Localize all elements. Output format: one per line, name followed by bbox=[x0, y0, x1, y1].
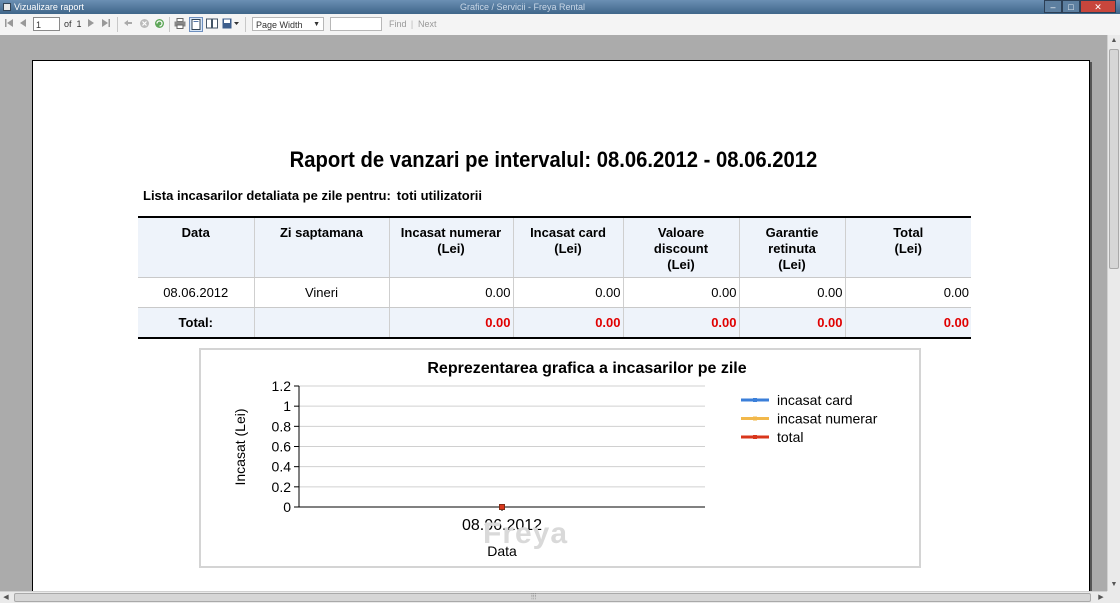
horizontal-scrollbar[interactable]: ◀ ⦙⦙⦙ ▶ bbox=[0, 591, 1107, 603]
y-tick-label: 0.2 bbox=[272, 479, 292, 495]
find-input[interactable] bbox=[330, 17, 382, 31]
find-next-button[interactable]: Next bbox=[418, 18, 437, 31]
zoom-select[interactable]: Page Width ▼ bbox=[252, 17, 324, 31]
window-title-bar[interactable]: Vizualizare raport Grafice / Servicii - … bbox=[0, 0, 1120, 14]
cell-zi-saptamana: Vineri bbox=[254, 277, 390, 308]
total-incasat-card: 0.00 bbox=[513, 307, 624, 338]
cell-garantie-retinuta: 0.00 bbox=[739, 277, 846, 308]
maximize-button[interactable]: □ bbox=[1062, 0, 1080, 13]
report-subtitle: Lista incasarilor detaliata pe zile pent… bbox=[143, 188, 482, 203]
horizontal-scroll-thumb[interactable] bbox=[14, 593, 1091, 602]
minimize-button[interactable]: – bbox=[1044, 0, 1062, 13]
toolbar-separator bbox=[245, 17, 246, 32]
page-of-label: of 1 bbox=[64, 19, 82, 29]
sales-table: Data Zi saptamana Incasat numerar (Lei) I… bbox=[138, 216, 971, 339]
subtitle-value: toti utilizatorii bbox=[396, 188, 483, 203]
y-axis-label: Incasat (Lei) bbox=[232, 408, 248, 485]
app-icon bbox=[3, 3, 11, 11]
scroll-grip-icon: ⦙⦙⦙ bbox=[531, 592, 537, 601]
next-page-icon[interactable] bbox=[86, 18, 96, 31]
total-total: 0.00 bbox=[845, 307, 971, 338]
vertical-scrollbar[interactable]: ▲ ▼ bbox=[1107, 35, 1120, 591]
find-button[interactable]: Find bbox=[389, 18, 407, 31]
legend-label: incasat card bbox=[777, 392, 852, 408]
prev-page-icon[interactable] bbox=[18, 18, 28, 31]
total-valoare-discount: 0.00 bbox=[623, 307, 740, 338]
totals-empty-cell bbox=[254, 307, 390, 338]
y-tick-label: 1 bbox=[283, 398, 291, 414]
total-pages: 1 bbox=[76, 19, 82, 29]
legend-marker bbox=[753, 398, 757, 402]
y-tick-label: 0.4 bbox=[272, 459, 292, 475]
report-page: Raport de vanzari pe intervalul: 08.06.2… bbox=[32, 60, 1090, 602]
scrollbar-corner bbox=[1107, 591, 1120, 603]
page-setup-icon[interactable] bbox=[206, 18, 218, 31]
scroll-up-icon[interactable]: ▲ bbox=[1108, 35, 1120, 47]
window-title: Vizualizare raport bbox=[14, 2, 84, 12]
scroll-left-icon[interactable]: ◀ bbox=[0, 592, 12, 603]
legend-marker bbox=[753, 416, 757, 421]
y-tick-label: 1.2 bbox=[272, 378, 292, 394]
chart-title: Reprezentarea grafica a incasarilor pe z… bbox=[427, 360, 746, 377]
print-icon[interactable] bbox=[174, 18, 186, 31]
col-header-incasat-card: Incasat card (Lei) bbox=[513, 217, 624, 278]
data-point bbox=[499, 504, 505, 510]
col-header-valoare-discount: Valoare discount (Lei) bbox=[623, 217, 740, 278]
back-icon[interactable] bbox=[123, 18, 133, 31]
legend-marker bbox=[753, 435, 757, 439]
cell-data: 08.06.2012 bbox=[138, 277, 255, 308]
totals-label: Total: bbox=[138, 307, 255, 338]
background-window-title: Grafice / Servicii - Freya Rental bbox=[460, 2, 586, 12]
col-header-data: Data bbox=[138, 217, 255, 278]
col-header-zi-saptamana: Zi saptamana bbox=[254, 217, 390, 278]
y-tick-label: 0.6 bbox=[272, 439, 292, 455]
toolbar-separator bbox=[169, 17, 170, 32]
cell-incasat-numerar: 0.00 bbox=[389, 277, 514, 308]
freya-watermark: Freya bbox=[483, 517, 569, 550]
col-header-total: Total (Lei) bbox=[845, 217, 971, 278]
chevron-down-icon: ▼ bbox=[313, 21, 320, 28]
cell-incasat-card: 0.00 bbox=[513, 277, 624, 308]
total-incasat-numerar: 0.00 bbox=[389, 307, 514, 338]
report-viewer-area: Raport de vanzari pe intervalul: 08.06.2… bbox=[0, 35, 1107, 602]
refresh-icon[interactable] bbox=[154, 18, 165, 31]
legend-label: incasat numerar bbox=[777, 411, 878, 427]
print-layout-icon[interactable] bbox=[189, 17, 203, 32]
close-button[interactable]: ✕ bbox=[1080, 0, 1116, 13]
legend-label: total bbox=[777, 429, 803, 445]
col-header-garantie-retinuta: Garantie retinuta (Lei) bbox=[739, 217, 846, 278]
vertical-scroll-thumb[interactable] bbox=[1109, 49, 1119, 269]
first-page-icon[interactable] bbox=[4, 18, 14, 31]
col-header-incasat-numerar: Incasat numerar (Lei) bbox=[389, 217, 514, 278]
last-page-icon[interactable] bbox=[101, 18, 111, 31]
subtitle-label: Lista incasarilor detaliata pe zile pent… bbox=[143, 188, 391, 203]
y-tick-label: 0 bbox=[283, 499, 291, 515]
cell-valoare-discount: 0.00 bbox=[623, 277, 740, 308]
y-tick-label: 0.8 bbox=[272, 418, 292, 434]
table-row: 08.06.2012 Vineri 0.00 0.00 0.00 0.00 0.… bbox=[138, 277, 971, 308]
scroll-down-icon[interactable]: ▼ bbox=[1108, 579, 1120, 591]
cell-total: 0.00 bbox=[845, 277, 971, 308]
report-toolbar: 1 of 1 Page Width ▼ Find | Next bbox=[0, 14, 1120, 36]
export-icon[interactable] bbox=[222, 18, 240, 31]
stop-icon[interactable] bbox=[139, 18, 150, 31]
scroll-right-icon[interactable]: ▶ bbox=[1095, 592, 1107, 603]
totals-row: Total: 0.00 0.00 0.00 0.00 0.00 bbox=[138, 307, 971, 338]
toolbar-separator bbox=[117, 17, 118, 32]
report-title: Raport de vanzari pe intervalul: 08.06.2… bbox=[289, 147, 818, 172]
page-number-input[interactable]: 1 bbox=[33, 17, 60, 31]
total-garantie-retinuta: 0.00 bbox=[739, 307, 846, 338]
toolbar-separator: | bbox=[410, 19, 414, 29]
